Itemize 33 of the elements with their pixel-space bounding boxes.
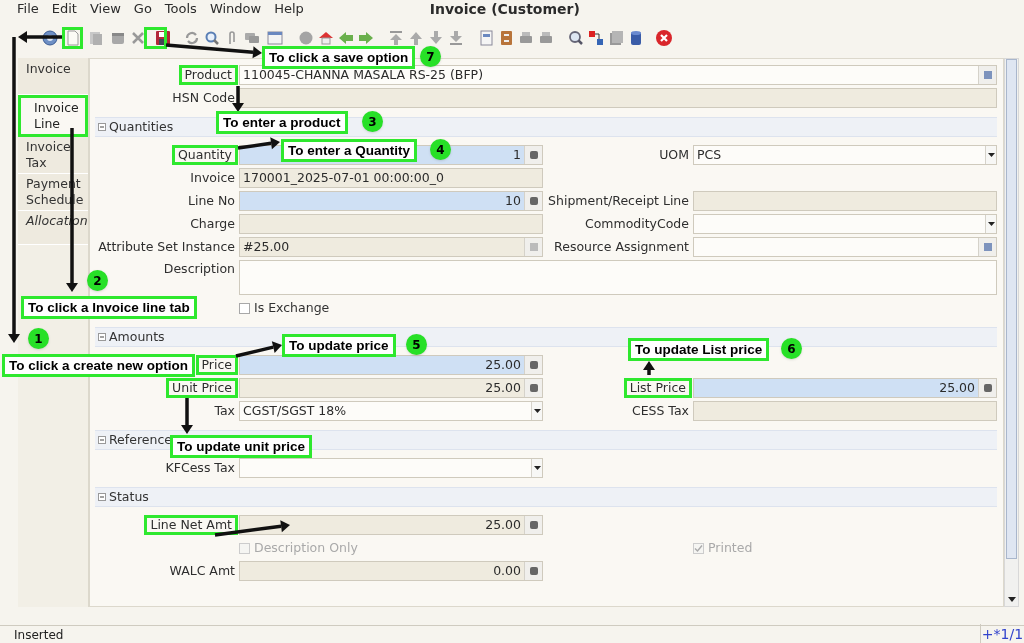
field-label: Resource Assignment [554,237,689,256]
annotation-tooltip: To click a Invoice line tab [21,296,197,319]
field-label: Attribute Set Instance [98,237,235,256]
field-label: Line Net Amt [144,515,238,535]
annotation-tooltip: To click a create new option [2,354,196,377]
field-label: Unit Price [166,378,238,398]
annotation-tooltip: To update List price [628,338,770,361]
field-label: List Price [623,378,692,398]
field-label: Product [178,65,238,85]
field-label: Description [163,260,235,278]
checkbox-label: Is Exchange [254,298,330,317]
record-indicator: +*1/1 [980,624,1024,643]
status-message: Inserted [13,626,65,643]
field-label: KFCess Tax [165,458,235,477]
annotation-tooltip: To enter a product [216,111,348,134]
field-label: CommodityCode [584,214,689,233]
field-label: Tax [214,401,235,420]
field-label: Shipment/Receipt Line [548,191,689,210]
field-label: Charge [190,214,235,233]
checkbox-label: Description Only [254,538,358,557]
field-label: Quantity [171,145,238,165]
field-label: WALC Amt [169,561,235,580]
field-label: Line No [187,191,235,210]
annotation-tooltip: To click a save option [262,46,416,69]
field-label: Invoice [190,168,235,187]
annotation-tooltip: To update unit price [170,435,312,458]
field-label: UOM [659,145,689,164]
checkbox-label: Printed [708,538,753,557]
window-title: Invoice (Customer) [429,0,580,19]
annotation-tooltip: To enter a Quantity [281,139,417,162]
annotation-tooltip: To update price [282,334,396,357]
field-label: CESS Tax [631,401,689,420]
field-label: HSN Code [172,88,235,107]
